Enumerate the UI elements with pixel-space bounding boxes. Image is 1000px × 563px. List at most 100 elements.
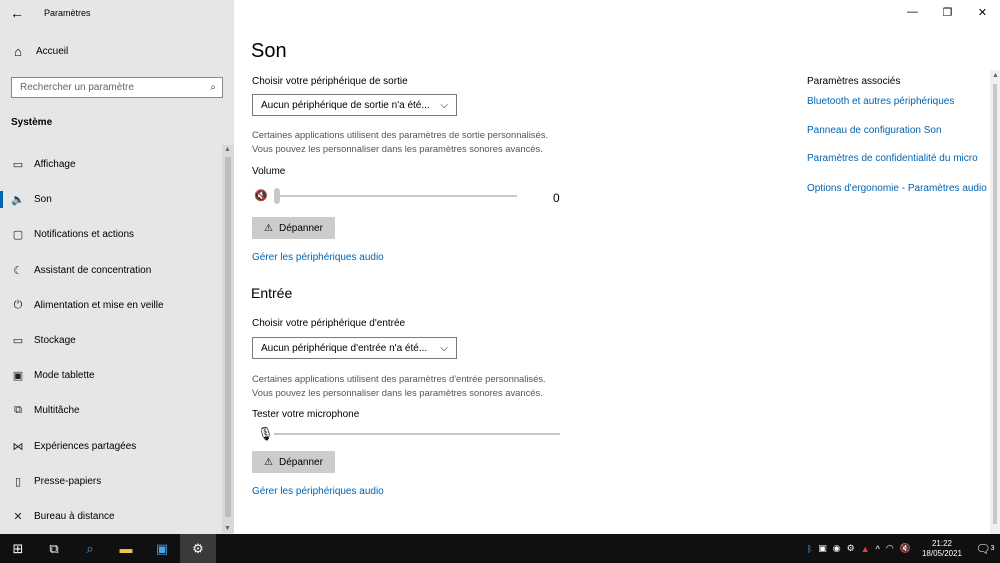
page-title: Son [251, 40, 287, 62]
settings-gear-icon[interactable]: ⚙ [180, 534, 216, 563]
close-icon[interactable]: ✕ [965, 0, 1000, 24]
clock-time: 21:22 [931, 538, 952, 548]
sidebar-item-label: Notifications et actions [34, 229, 135, 241]
notification-icon: ▢ [12, 229, 24, 242]
tray-antivirus-icon[interactable]: ▲ [861, 544, 870, 554]
chevron-up-icon[interactable]: ^ [876, 544, 880, 554]
input-device-dropdown[interactable]: Aucun périphérique d'entrée n'a été... ⌵ [252, 337, 457, 359]
search-placeholder: Rechercher un paramètre [20, 82, 134, 93]
main-content: — ❐ ✕ Son Choisir votre périphérique de … [234, 0, 1000, 534]
speaker-icon: 🔈 [11, 194, 25, 207]
scroll-thumb[interactable] [993, 84, 997, 524]
input-troubleshoot-label: Dépanner [279, 456, 323, 468]
remote-icon: ✕ [13, 510, 23, 523]
moon-icon: ☾ [13, 264, 23, 277]
sidebar-item-label: Affichage [34, 159, 76, 171]
output-device-dropdown[interactable]: Aucun périphérique de sortie n'a été... … [252, 94, 457, 116]
sidebar-item-alimentation-et-mise-en-veille[interactable]: ⏻ Alimentation et mise en veille [0, 288, 222, 323]
chrome-icon[interactable]: ◉ [833, 543, 841, 554]
sidebar-item-expériences-partagées[interactable]: ⋈ Expériences partagées [0, 429, 222, 464]
restore-icon[interactable]: ❐ [930, 0, 965, 24]
search-icon[interactable]: ⌕ [210, 82, 216, 93]
sidebar-item-son[interactable]: 🔈 Son [0, 182, 222, 217]
mic-level-bar [274, 433, 560, 435]
sidebar-item-affichage[interactable]: ▭ Affichage [0, 147, 222, 182]
output-troubleshoot-label: Dépanner [279, 222, 323, 234]
main-scrollbar[interactable]: ▲ [990, 70, 1000, 534]
power-icon: ⏻ [13, 298, 23, 311]
input-troubleshoot-button[interactable]: ⚠ Dépanner [252, 451, 335, 473]
output-troubleshoot-button[interactable]: ⚠ Dépanner [252, 217, 335, 239]
input-device-label: Choisir votre périphérique d'entrée [252, 318, 406, 329]
bluetooth-link[interactable]: Bluetooth et autres périphériques [807, 95, 987, 108]
sidebar-item-presse-papiers[interactable]: ▯ Presse-papiers [0, 464, 222, 499]
multitask-icon: ⧉ [14, 404, 22, 417]
windows-start-icon[interactable]: ⊞ [0, 534, 36, 563]
home-icon: ⌂ [14, 44, 22, 59]
tablet-icon: ▣ [12, 370, 24, 383]
steam-icon[interactable]: ⚙ [847, 543, 855, 554]
title-bar: ← Paramètres [0, 0, 234, 26]
clipboard-icon: ▯ [14, 475, 22, 488]
sidebar-item-stockage[interactable]: ▭ Stockage [0, 323, 222, 358]
file-explorer-icon[interactable]: ▬ [108, 534, 144, 563]
sidebar-item-label: Stockage [34, 335, 76, 347]
mic-privacy-link[interactable]: Paramètres de confidentialité du micro [807, 152, 987, 165]
chevron-down-icon: ⌵ [440, 99, 448, 111]
notification-center-icon[interactable]: 🗨 3 [970, 534, 1000, 563]
microphone-icon: 🎙 [257, 426, 274, 441]
search-icon[interactable]: ⌕ [72, 534, 108, 563]
sidebar-item-mode-tablette[interactable]: ▣ Mode tablette [0, 358, 222, 393]
volume-slider-thumb[interactable] [274, 188, 280, 204]
scroll-up-icon[interactable]: ▲ [992, 72, 999, 79]
mic-test-label: Tester votre microphone [252, 409, 360, 420]
bluetooth-icon[interactable]: ᛒ [807, 544, 812, 554]
output-desc-line2: Vous pouvez les personnaliser dans les p… [252, 143, 543, 154]
volume-muted-icon[interactable]: 🔇 [900, 543, 911, 554]
speaker-mute-icon[interactable]: 🔇 [254, 189, 268, 202]
minimize-icon[interactable]: — [895, 0, 930, 24]
output-device-label: Choisir votre périphérique de sortie [252, 76, 408, 87]
back-arrow-icon[interactable]: ← [0, 0, 34, 26]
tray-app-icon[interactable]: ▣ [818, 543, 827, 554]
wifi-icon[interactable]: ◠ [886, 543, 894, 554]
sidebar-item-multitâche[interactable]: ⧉ Multitâche [0, 393, 222, 428]
input-desc-line2: Vous pouvez les personnaliser dans les p… [252, 387, 543, 398]
app-icon[interactable]: ▣ [144, 534, 180, 563]
clock-date: 18/05/2021 [921, 548, 962, 558]
search-input[interactable]: Rechercher un paramètre ⌕ [11, 77, 223, 98]
sidebar-item-label: Mode tablette [34, 370, 95, 382]
ease-of-access-audio-link[interactable]: Options d'ergonomie - Paramètres audio [807, 182, 987, 195]
storage-icon: ▭ [12, 335, 24, 348]
scroll-up-icon[interactable]: ▲ [224, 146, 231, 153]
warning-icon: ⚠ [264, 456, 274, 468]
task-view-icon[interactable]: ⧉ [36, 534, 72, 563]
related-settings-title: Paramètres associés [807, 76, 901, 87]
home-label: Accueil [36, 46, 69, 57]
output-manage-devices-link[interactable]: Gérer les périphériques audio [252, 252, 384, 263]
sidebar-item-label: Expériences partagées [34, 440, 137, 452]
display-icon: ▭ [12, 159, 24, 172]
system-tray: ᛒ ▣ ◉ ⚙ ▲ ^ ◠ 🔇 21:22 18/05/2021 🗨 3 [804, 534, 1000, 563]
sidebar-item-assistant-de-concentration[interactable]: ☾ Assistant de concentration [0, 253, 222, 288]
sound-control-panel-link[interactable]: Panneau de configuration Son [807, 124, 987, 137]
sidebar-scrollbar[interactable]: ▲ ▼ [222, 145, 234, 533]
sidebar-item-notifications-et-actions[interactable]: ▢ Notifications et actions [0, 217, 222, 252]
notification-count: 3 [990, 545, 995, 552]
scroll-thumb[interactable] [225, 157, 231, 517]
input-manage-devices-link[interactable]: Gérer les périphériques audio [252, 486, 384, 497]
sidebar: ← Paramètres ⌂ Accueil Rechercher un par… [0, 0, 234, 534]
clock[interactable]: 21:22 18/05/2021 [922, 539, 962, 559]
section-label: Système [11, 117, 53, 128]
output-desc-line1: Certaines applications utilisent des par… [252, 129, 548, 140]
input-description: Certaines applications utilisent des par… [252, 372, 546, 400]
input-device-value: Aucun périphérique d'entrée n'a été... [261, 342, 428, 354]
sidebar-item-label: Multitâche [34, 405, 80, 417]
sidebar-item-bureau-à-distance[interactable]: ✕ Bureau à distance [0, 499, 222, 534]
home-link[interactable]: ⌂ Accueil [10, 44, 68, 59]
scroll-down-icon[interactable]: ▼ [224, 525, 231, 532]
share-icon: ⋈ [12, 440, 24, 453]
chevron-down-icon: ⌵ [440, 342, 448, 354]
volume-slider[interactable] [274, 195, 517, 197]
app-title: Paramètres [44, 8, 91, 18]
